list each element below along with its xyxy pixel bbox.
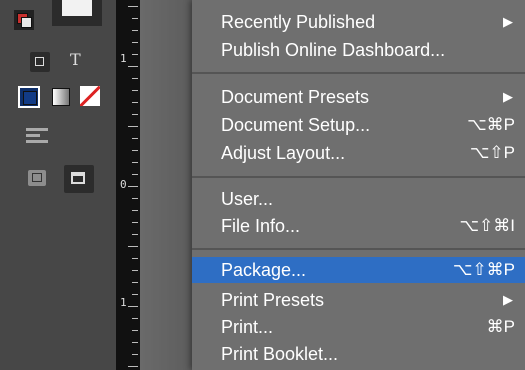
pasteboard: [140, 0, 192, 370]
menu-separator: [192, 72, 525, 74]
menu-item-print[interactable]: Print... ⌘P: [192, 314, 525, 340]
ruler-label: 1: [120, 296, 127, 309]
ruler-tick: [132, 102, 138, 103]
ruler-tick: [132, 258, 138, 259]
ruler-tick: [132, 222, 138, 223]
vertical-ruler[interactable]: 1 0 1: [116, 0, 140, 370]
ruler-tick: [128, 66, 138, 67]
menu-item-label: Publish Online Dashboard...: [221, 40, 446, 60]
default-colors-icon[interactable]: [14, 10, 34, 30]
tools-panel: T: [0, 0, 116, 370]
ruler-tick: [132, 18, 138, 19]
ruler-tick: [132, 150, 138, 151]
menu-item-label: Print Presets: [221, 290, 325, 310]
menu-item-document-setup[interactable]: Document Setup... ⌥⌘P: [192, 112, 525, 138]
preview-mode-icon[interactable]: [28, 170, 46, 186]
ruler-tick: [128, 126, 138, 127]
menu-item-shortcut: ⌥⇧⌘P: [452, 260, 515, 279]
apply-gradient-icon[interactable]: [52, 88, 70, 106]
apply-none-icon[interactable]: [80, 86, 100, 106]
ruler-tick: [132, 138, 138, 139]
menu-item-label: Document Presets: [221, 87, 370, 107]
ruler-tick: [132, 114, 138, 115]
ruler-tick: [128, 186, 138, 187]
ruler-tick: [132, 234, 138, 235]
ruler-tick: [132, 294, 138, 295]
menu-item-document-presets[interactable]: Document Presets ▶: [192, 84, 525, 110]
menu-item-print-presets[interactable]: Print Presets ▶: [192, 287, 525, 313]
ruler-tick: [128, 366, 138, 367]
screen-mode-icon[interactable]: [64, 165, 94, 193]
fill-color-icon[interactable]: [18, 86, 40, 108]
ruler-tick: [132, 342, 138, 343]
ruler-tick: [132, 42, 138, 43]
menu-item-shortcut: ⌘P: [486, 317, 515, 336]
ruler-label: 0: [120, 178, 127, 191]
menu-item-label: Document Setup...: [221, 115, 371, 135]
ruler-tick: [132, 30, 138, 31]
ruler-label: 1: [120, 52, 127, 65]
menu-item-package[interactable]: Package... ⌥⇧⌘P: [192, 257, 525, 283]
menu-item-label: Recently Published: [221, 12, 376, 32]
menu-separator: [192, 176, 525, 178]
ruler-tick: [132, 78, 138, 79]
ruler-tick: [132, 318, 138, 319]
submenu-arrow-icon: ▶: [503, 89, 513, 104]
type-tool-icon[interactable]: T: [70, 50, 81, 69]
ruler-tick: [132, 54, 138, 55]
menu-item-file-info[interactable]: File Info... ⌥⇧⌘I: [192, 213, 525, 239]
rectangle-frame-tool-icon[interactable]: [30, 52, 50, 72]
menu-item-shortcut: ⌥⇧⌘I: [459, 216, 515, 235]
ruler-tick: [132, 210, 138, 211]
menu-item-recently-published[interactable]: Recently Published ▶: [192, 9, 525, 35]
menu-item-label: Print Booklet...: [221, 344, 339, 364]
menu-item-label: Print...: [221, 317, 274, 337]
menu-item-adjust-layout[interactable]: Adjust Layout... ⌥⇧P: [192, 140, 525, 166]
ruler-tick: [132, 198, 138, 199]
menu-item-shortcut: ⌥⌘P: [467, 115, 515, 134]
ruler-tick: [132, 282, 138, 283]
menu-item-user[interactable]: User...: [192, 186, 525, 212]
menu-item-label: File Info...: [221, 216, 301, 236]
ruler-tick: [132, 330, 138, 331]
file-menu: Recently Published ▶ Publish Online Dash…: [192, 0, 525, 370]
menu-item-publish-online-dashboard[interactable]: Publish Online Dashboard...: [192, 37, 525, 63]
ruler-tick: [132, 174, 138, 175]
menu-item-print-booklet[interactable]: Print Booklet...: [192, 341, 525, 367]
menu-separator: [192, 248, 525, 250]
menu-item-label: Package...: [221, 260, 307, 280]
submenu-arrow-icon: ▶: [503, 14, 513, 29]
submenu-arrow-icon: ▶: [503, 292, 513, 307]
tool-header: [52, 0, 102, 26]
menu-item-shortcut: ⌥⇧P: [469, 143, 515, 162]
ruler-tick: [132, 162, 138, 163]
ruler-tick: [132, 270, 138, 271]
ruler-tick: [132, 354, 138, 355]
menu-item-label: Adjust Layout...: [221, 143, 346, 163]
view-mode-icon[interactable]: [26, 126, 52, 144]
ruler-tick: [132, 90, 138, 91]
ruler-tick: [128, 6, 138, 7]
ruler-tick: [128, 246, 138, 247]
menu-item-label: User...: [221, 189, 274, 209]
ruler-tick: [128, 306, 138, 307]
